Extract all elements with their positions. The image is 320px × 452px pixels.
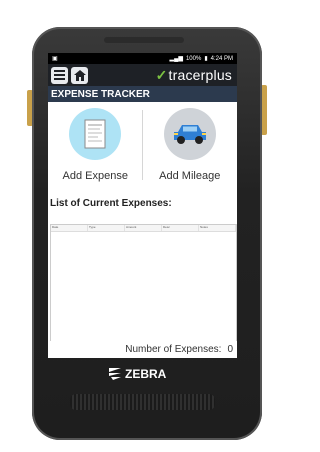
column-header[interactable]: Desc — [162, 225, 199, 231]
tracerplus-logo: ✓ tracerplus — [156, 67, 234, 84]
expense-icon-circle — [69, 108, 122, 160]
logo-check-icon: ✓ — [155, 66, 168, 83]
column-header[interactable]: Type — [88, 225, 125, 231]
device-earpiece — [104, 37, 184, 43]
app-header: ✓ tracerplus — [48, 64, 237, 86]
expense-count-label: Number of Expenses: — [125, 344, 222, 355]
status-bar: ▣ ▂▄▆ 100% ▮ 4:24 PM — [48, 53, 237, 64]
add-mileage-label: Add Mileage — [159, 170, 221, 182]
mileage-icon-circle — [163, 108, 216, 160]
table-header: Date Type Amount Desc Notes — [51, 225, 236, 232]
page-title: EXPENSE TRACKER — [48, 86, 237, 102]
home-icon — [73, 69, 86, 81]
speaker-grille — [70, 394, 215, 410]
action-panel: Add Expense Add Mileage — [48, 102, 237, 192]
column-header[interactable]: Date — [51, 225, 88, 231]
zebra-brand-text: ZEBRA — [125, 367, 167, 381]
expense-count-value: 0 — [227, 344, 233, 355]
column-header[interactable]: Notes — [199, 225, 236, 231]
receipt-icon — [84, 119, 106, 149]
action-divider — [142, 110, 143, 180]
home-button[interactable] — [71, 66, 88, 84]
status-notification-icon: ▣ — [52, 56, 58, 62]
zebra-head-icon — [109, 368, 121, 380]
app-screen: ▣ ▂▄▆ 100% ▮ 4:24 PM ✓ tracerplus EXPENS… — [48, 53, 237, 358]
zebra-logo: ZEBRA — [108, 367, 166, 381]
battery-icon: ▮ — [204, 56, 208, 62]
logo-text: tracerplus — [168, 67, 232, 83]
expenses-list-heading: List of Current Expenses: — [50, 198, 172, 209]
menu-button[interactable] — [51, 66, 68, 84]
add-mileage-button[interactable]: Add Mileage — [143, 102, 238, 192]
expense-count-footer: Number of Expenses: 0 — [48, 341, 237, 358]
expenses-table[interactable]: Date Type Amount Desc Notes — [50, 224, 237, 344]
column-header[interactable]: Amount — [125, 225, 162, 231]
add-expense-button[interactable]: Add Expense — [48, 102, 143, 192]
status-time: 4:24 PM — [210, 55, 233, 62]
signal-icon: ▂▄▆ — [169, 56, 183, 62]
car-icon — [173, 125, 206, 144]
battery-level: 100% — [185, 55, 202, 62]
hamburger-icon — [54, 70, 65, 80]
add-expense-label: Add Expense — [62, 170, 128, 182]
